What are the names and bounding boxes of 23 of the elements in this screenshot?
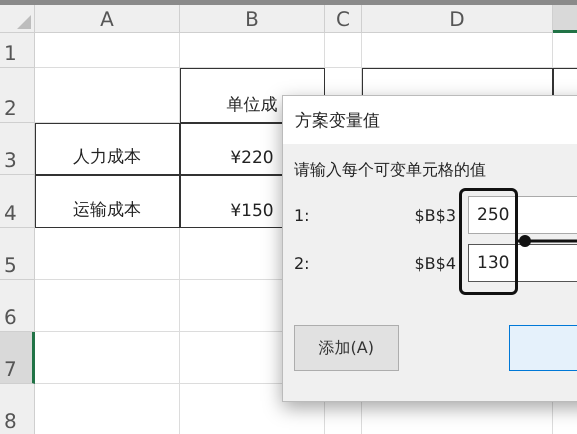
variable-label: 1: — [294, 206, 311, 224]
row-header[interactable]: 2 — [0, 68, 35, 123]
input-field[interactable]: 130 — [468, 244, 577, 282]
input-field[interactable]: 250 — [468, 196, 577, 234]
column-header[interactable]: A — [35, 5, 180, 33]
variable-label: 2: — [294, 254, 311, 272]
row-header[interactable]: 8 — [0, 384, 35, 434]
cell-reference: $B$3 — [413, 206, 457, 224]
table-cell: 人力成本 — [35, 123, 180, 175]
leader-line — [518, 235, 577, 247]
row-header[interactable]: 1 — [0, 33, 35, 68]
row-header[interactable]: 5 — [0, 228, 35, 280]
cell-reference: $B$4 — [413, 254, 457, 272]
row-header[interactable]: 6 — [0, 280, 35, 332]
table-cell: 运输成本 — [35, 175, 180, 228]
column-header[interactable]: C — [325, 5, 362, 33]
column-header[interactable]: B — [180, 5, 325, 33]
row-header[interactable]: 7 — [0, 332, 35, 384]
row-header[interactable]: 3 — [0, 123, 35, 175]
row-header[interactable]: 4 — [0, 175, 35, 228]
column-header[interactable]: D — [362, 5, 553, 33]
add-button[interactable]: 添加(A) — [294, 325, 398, 371]
dialog-title: 方案变量值 — [283, 96, 577, 144]
